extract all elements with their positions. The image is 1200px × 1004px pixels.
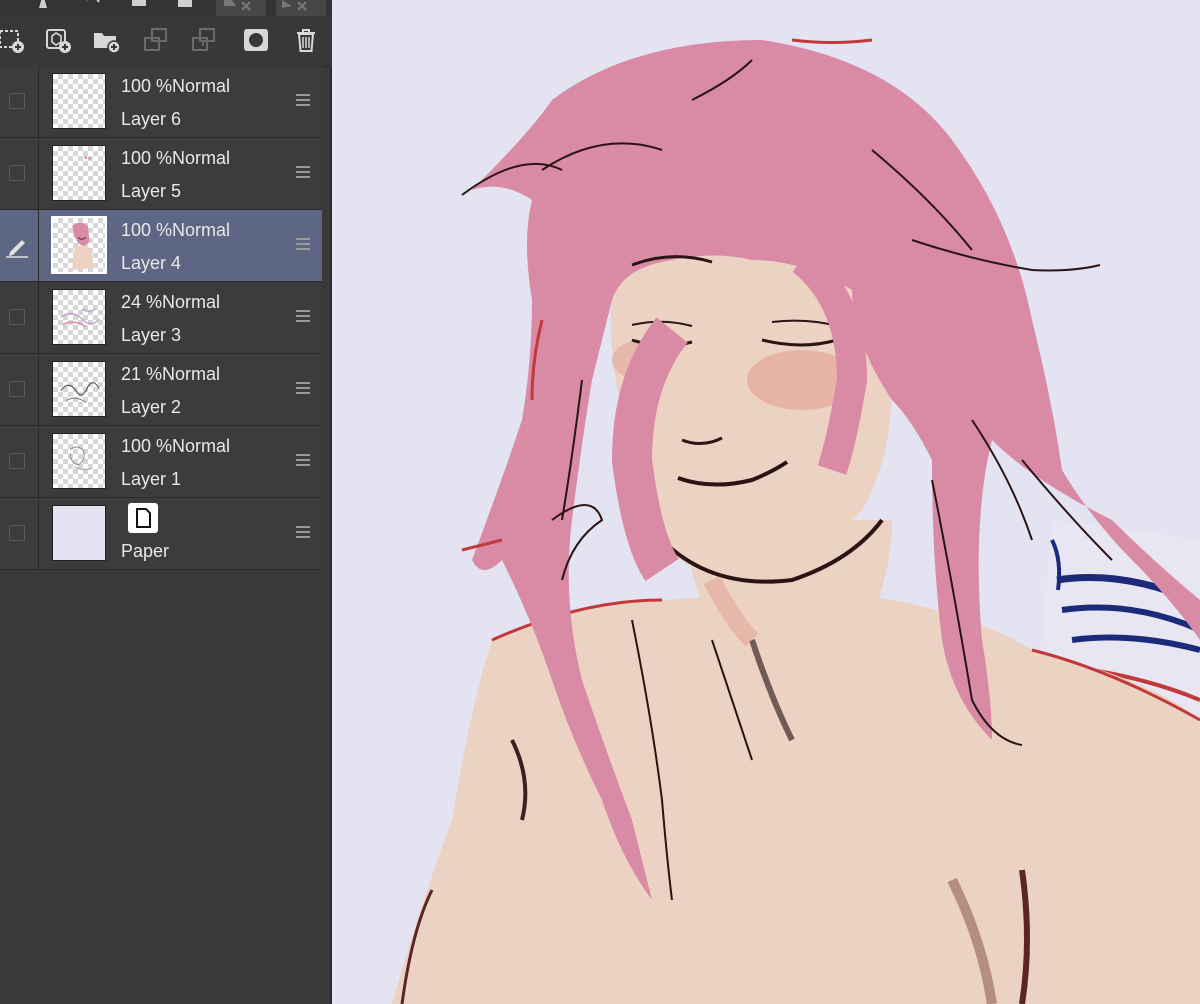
new-raster-layer-icon[interactable] bbox=[0, 26, 26, 54]
layer-visibility-column bbox=[0, 282, 39, 353]
layer-visibility-column bbox=[0, 354, 39, 425]
layer-row-paper[interactable]: Paper bbox=[0, 498, 322, 570]
drag-handle-icon[interactable] bbox=[296, 382, 310, 396]
drawing-canvas[interactable] bbox=[332, 0, 1200, 1004]
undo-icon[interactable] bbox=[84, 0, 102, 8]
layer-row-layer-2[interactable]: 21 %Normal Layer 2 bbox=[0, 354, 322, 426]
layer-visibility-checkbox[interactable] bbox=[9, 381, 25, 397]
layer-visibility-checkbox[interactable] bbox=[9, 165, 25, 181]
layer-opacity-blend: 100 %Normal bbox=[121, 148, 231, 168]
mask-icon[interactable] bbox=[242, 26, 270, 54]
layer-row-layer-4[interactable]: 100 %Normal Layer 4 bbox=[0, 210, 322, 282]
layer-thumbnail bbox=[52, 361, 106, 417]
pencil-icon bbox=[6, 240, 28, 258]
layer-row-layer-3[interactable]: 24 %Normal Layer 3 bbox=[0, 282, 322, 354]
layer-name: Layer 1 bbox=[121, 469, 182, 489]
layer-visibility-column bbox=[0, 138, 39, 209]
clear-selection-icon[interactable] bbox=[276, 0, 326, 16]
paper-icon bbox=[128, 503, 158, 533]
layer-name: Paper bbox=[121, 541, 170, 561]
layer-visibility-column bbox=[0, 66, 39, 137]
drag-handle-icon[interactable] bbox=[296, 238, 310, 252]
drag-handle-icon[interactable] bbox=[296, 526, 310, 540]
layer-visibility-checkbox[interactable] bbox=[9, 93, 25, 109]
layer-thumbnail bbox=[51, 216, 107, 274]
layer-thumbnail bbox=[52, 505, 106, 561]
layer-row-layer-6[interactable]: 100 %Normal Layer 6 bbox=[0, 66, 322, 138]
drag-handle-icon[interactable] bbox=[296, 94, 310, 108]
new-vector-layer-icon[interactable] bbox=[44, 26, 72, 54]
pen-tool-icon[interactable] bbox=[34, 0, 52, 8]
layer-opacity-blend: 24 %Normal bbox=[121, 292, 221, 312]
layers-panel: 100 %Normal Layer 6 100 %Normal Layer 5 bbox=[0, 0, 332, 1004]
layer-list: 100 %Normal Layer 6 100 %Normal Layer 5 bbox=[0, 66, 322, 570]
layer-visibility-checkbox[interactable] bbox=[9, 309, 25, 325]
layer-visibility-checkbox[interactable] bbox=[9, 453, 25, 469]
layer-visibility-column bbox=[0, 210, 39, 281]
layer-name: Layer 2 bbox=[121, 397, 182, 417]
fill-tool-icon[interactable] bbox=[176, 0, 194, 8]
square-tool-icon[interactable] bbox=[130, 0, 148, 8]
layer-name: Layer 6 bbox=[121, 109, 182, 129]
layer-name: Layer 4 bbox=[121, 253, 182, 273]
layer-thumbnail bbox=[52, 73, 106, 129]
layer-row-layer-5[interactable]: 100 %Normal Layer 5 bbox=[0, 138, 322, 210]
layer-row-layer-1[interactable]: 100 %Normal Layer 1 bbox=[0, 426, 322, 498]
layer-thumbnail bbox=[52, 433, 106, 489]
trash-icon[interactable] bbox=[292, 26, 320, 54]
drag-handle-icon[interactable] bbox=[296, 310, 310, 324]
layer-visibility-checkbox[interactable] bbox=[9, 525, 25, 541]
drag-handle-icon[interactable] bbox=[296, 454, 310, 468]
layer-opacity-blend: 100 %Normal bbox=[121, 220, 231, 240]
layer-visibility-column bbox=[0, 498, 39, 569]
top-toolbar-partial bbox=[0, 0, 332, 16]
clear-icon[interactable] bbox=[216, 0, 266, 16]
layer-thumbnail bbox=[52, 289, 106, 345]
layer-visibility-column bbox=[0, 426, 39, 497]
layer-thumbnail bbox=[52, 145, 106, 201]
merge-down-icon[interactable] bbox=[190, 26, 218, 54]
layer-name: Layer 5 bbox=[121, 181, 182, 201]
layer-name: Layer 3 bbox=[121, 325, 182, 345]
drag-handle-icon[interactable] bbox=[296, 166, 310, 180]
transfer-down-icon[interactable] bbox=[142, 26, 170, 54]
layer-toolbar bbox=[0, 16, 332, 67]
layer-opacity-blend: 100 %Normal bbox=[121, 76, 231, 96]
artwork-illustration bbox=[392, 38, 1200, 1004]
layer-opacity-blend: 100 %Normal bbox=[121, 436, 231, 456]
layer-opacity-blend: 21 %Normal bbox=[121, 364, 221, 384]
new-folder-icon[interactable] bbox=[92, 26, 120, 54]
